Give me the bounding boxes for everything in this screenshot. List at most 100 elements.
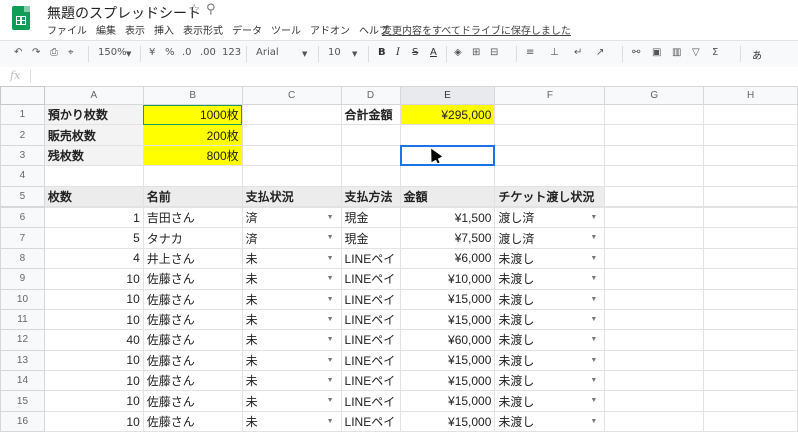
cell-payment-method[interactable]: LINEペイ: [340, 390, 401, 412]
cell-ticket-status-dropdown[interactable]: 渡し済 ▼: [494, 206, 606, 229]
cell-quantity[interactable]: 40: [43, 329, 144, 351]
select-all-corner[interactable]: [0, 86, 45, 105]
cell-payment-status-dropdown[interactable]: 未 ▼: [241, 349, 342, 372]
cell-quantity[interactable]: 10: [43, 308, 144, 331]
dropdown-arrow-icon[interactable]: ▼: [590, 275, 597, 282]
cell[interactable]: [604, 206, 705, 229]
cell[interactable]: [604, 247, 705, 270]
menu-file[interactable]: ファイル: [47, 22, 87, 37]
insert-comment-icon[interactable]: ▣: [652, 47, 661, 58]
cell[interactable]: [399, 124, 496, 146]
dropdown-arrow-icon[interactable]: ▼: [590, 397, 597, 404]
italic-button[interactable]: I: [396, 47, 400, 58]
row-header[interactable]: 12: [0, 329, 45, 351]
cell[interactable]: [604, 288, 705, 310]
cell[interactable]: [703, 349, 798, 372]
percent-format-button[interactable]: %: [165, 47, 175, 58]
cell-payment-status-dropdown[interactable]: 済 ▼: [241, 206, 342, 229]
cell-amount[interactable]: ¥6,000: [399, 247, 496, 270]
cell-ticket-status-dropdown[interactable]: 未渡し ▼: [494, 308, 606, 331]
cell[interactable]: [703, 329, 798, 351]
cell-name[interactable]: 佐藤さん: [142, 390, 243, 412]
cell-amount[interactable]: ¥15,000: [399, 288, 496, 310]
cell-quantity[interactable]: 10: [43, 370, 144, 392]
cell-payment-status-dropdown[interactable]: 未 ▼: [241, 268, 342, 290]
menu-edit[interactable]: 編集: [96, 22, 116, 37]
cell[interactable]: [604, 144, 705, 167]
cell[interactable]: [241, 124, 342, 146]
cell[interactable]: [604, 185, 705, 207]
dropdown-arrow-icon[interactable]: ▼: [327, 397, 334, 404]
column-title[interactable]: 支払方法: [340, 185, 401, 207]
row-header[interactable]: 6: [0, 206, 45, 229]
row-header[interactable]: 2: [0, 124, 45, 146]
cell-payment-status-dropdown[interactable]: 未 ▼: [241, 390, 342, 412]
column-header-f[interactable]: F: [494, 86, 606, 105]
cell[interactable]: [494, 165, 606, 187]
row-header[interactable]: 1: [0, 103, 45, 126]
insert-link-icon[interactable]: ⚯: [632, 47, 640, 58]
increase-decimal-button[interactable]: .00: [200, 47, 216, 58]
cell-amount[interactable]: ¥7,500: [399, 227, 496, 249]
formula-input[interactable]: [40, 69, 780, 83]
cell-amount[interactable]: ¥15,000: [399, 349, 496, 372]
column-title[interactable]: 支払状況: [241, 185, 342, 207]
text-rotation-icon[interactable]: ↗: [596, 47, 604, 58]
star-icon[interactable]: ☆: [188, 2, 201, 18]
cell[interactable]: [241, 103, 342, 126]
cell-name[interactable]: 佐藤さん: [142, 308, 243, 331]
cell-name[interactable]: 佐藤さん: [142, 349, 243, 372]
column-title[interactable]: 名前: [142, 185, 243, 207]
row-header[interactable]: 7: [0, 227, 45, 249]
cell-amount[interactable]: ¥15,000: [399, 390, 496, 412]
cell-quantity[interactable]: 1: [43, 206, 144, 229]
dropdown-arrow-icon[interactable]: ▼: [590, 336, 597, 343]
cell-quantity[interactable]: 10: [43, 268, 144, 290]
dropdown-arrow-icon[interactable]: ▼: [590, 214, 597, 221]
menu-tools[interactable]: ツール: [271, 22, 301, 37]
cell[interactable]: [604, 227, 705, 249]
dropdown-arrow-icon[interactable]: ▼: [327, 316, 334, 323]
menu-insert[interactable]: 挿入: [154, 22, 174, 37]
cell[interactable]: [703, 410, 798, 433]
dropdown-arrow-icon[interactable]: ▼: [590, 316, 597, 323]
active-cell[interactable]: [399, 144, 496, 167]
cell[interactable]: [703, 103, 798, 126]
cell-amount[interactable]: ¥1,500: [399, 206, 496, 229]
dropdown-arrow-icon[interactable]: ▼: [327, 418, 334, 425]
cell-amount[interactable]: ¥15,000: [399, 308, 496, 331]
dropdown-arrow-icon[interactable]: ▼: [590, 255, 597, 262]
cell-payment-method[interactable]: LINEペイ: [340, 268, 401, 290]
insert-chart-icon[interactable]: ▥: [672, 47, 681, 58]
cell[interactable]: [703, 165, 798, 187]
strikethrough-button[interactable]: S: [412, 47, 418, 58]
cell[interactable]: [604, 329, 705, 351]
fill-color-icon[interactable]: ◈: [454, 47, 462, 58]
dropdown-arrow-icon[interactable]: ▼: [327, 214, 334, 221]
cell[interactable]: [703, 370, 798, 392]
row-header[interactable]: 3: [0, 144, 45, 167]
dropdown-arrow-icon[interactable]: ▼: [590, 357, 597, 364]
move-to-folder-icon[interactable]: ⚲: [206, 2, 216, 17]
cell[interactable]: [703, 206, 798, 229]
cell[interactable]: [703, 390, 798, 412]
row-header[interactable]: 10: [0, 288, 45, 310]
row-header[interactable]: 9: [0, 268, 45, 290]
cell[interactable]: ¥295,000: [399, 103, 496, 126]
row-header[interactable]: 11: [0, 308, 45, 331]
cell[interactable]: 800枚: [142, 144, 243, 167]
cell[interactable]: 販売枚数: [43, 124, 144, 146]
cell-payment-status-dropdown[interactable]: 未 ▼: [241, 329, 342, 351]
dropdown-arrow-icon[interactable]: ▼: [327, 255, 334, 262]
dropdown-arrow-icon[interactable]: ▼: [590, 296, 597, 303]
cell-payment-status-dropdown[interactable]: 未 ▼: [241, 410, 342, 433]
vertical-align-icon[interactable]: ⊥: [550, 47, 559, 58]
cell[interactable]: [703, 268, 798, 290]
dropdown-arrow-icon[interactable]: ▼: [327, 275, 334, 282]
cell[interactable]: 200枚: [142, 124, 243, 146]
column-title[interactable]: 枚数: [43, 185, 144, 207]
row-header[interactable]: 8: [0, 247, 45, 270]
cell-name[interactable]: 井上さん: [142, 247, 243, 270]
cell[interactable]: [703, 247, 798, 270]
bold-button[interactable]: B: [378, 47, 386, 58]
